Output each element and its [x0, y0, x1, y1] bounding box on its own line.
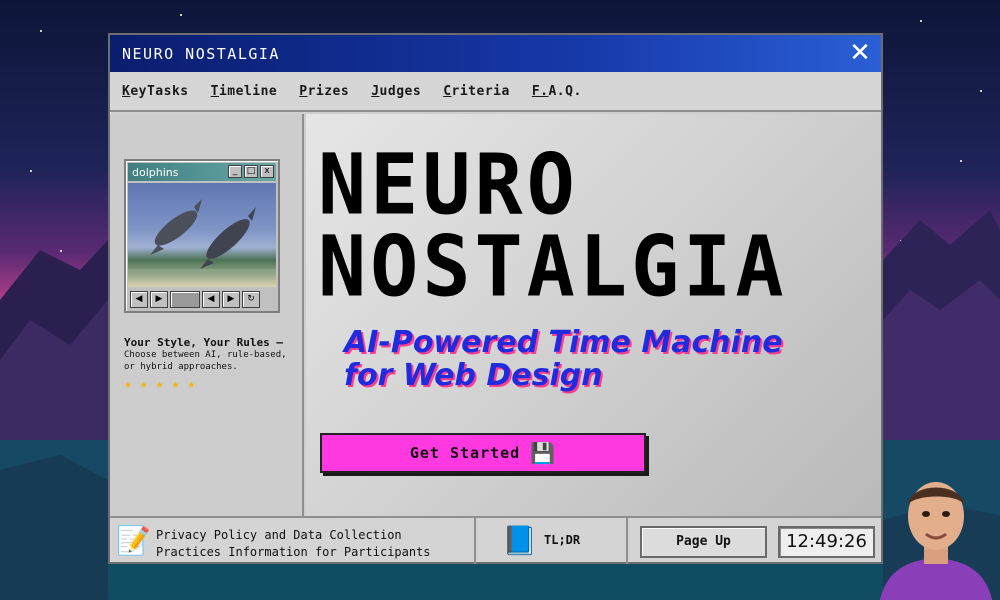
main-window: NEURO NOSTALGIA ✕ KeyTasks Timeline Priz… [108, 33, 883, 564]
hero-subtitle: AI-Powered Time Machine for Web Design [344, 326, 783, 392]
status-bar: 📝 Privacy Policy and Data Collection Pra… [110, 516, 881, 564]
hero-panel: NEURO NOSTALGIA AI-Powered Time Machine … [306, 114, 881, 516]
privacy-line1: Privacy Policy and Data Collection [156, 528, 402, 542]
tldr-section[interactable]: 📘 TL;DR [476, 518, 628, 564]
player-close-button[interactable]: x [260, 165, 274, 178]
hero-title-line2: NOSTALGIA [318, 217, 788, 316]
sidebar-blurb: Your Style, Your Rules – Choose between … [124, 336, 294, 373]
hero-subtitle-line2: for Web Design [344, 358, 603, 393]
hero-subtitle-line1: AI-Powered Time Machine [344, 325, 783, 360]
media-player-window: dolphins _ □ x ◀ ▶ ◀ ▶ ↻ [124, 159, 280, 313]
menu-judges[interactable]: Judges [371, 84, 421, 99]
hero-title-line1: NEURO [318, 135, 579, 234]
volume-icon[interactable]: ◀ [130, 290, 148, 308]
play-icon[interactable]: ▶ [150, 290, 168, 308]
person-cutout [880, 482, 992, 600]
rewind-icon[interactable]: ◀ [202, 290, 220, 308]
get-started-label: Get Started [409, 444, 521, 462]
star-icon: ★ [187, 377, 196, 392]
privacy-link[interactable]: Privacy Policy and Data Collection Pract… [156, 527, 431, 561]
dolphin-video [128, 183, 276, 287]
star-rating: ★ ★ ★ ★ ★ [124, 377, 195, 392]
star-icon: ★ [171, 377, 180, 392]
player-minimize-button[interactable]: _ [228, 165, 242, 178]
notepad-icon: 📝 [116, 524, 151, 557]
help-book-icon: 📘 [502, 524, 537, 557]
seek-slider[interactable] [170, 290, 200, 308]
star-icon: ★ [124, 377, 132, 392]
player-maximize-button[interactable]: □ [244, 165, 258, 178]
player-controls: ◀ ▶ ◀ ▶ ↻ [128, 289, 276, 309]
menu-keytasks[interactable]: KeyTasks [122, 84, 189, 99]
title-bar[interactable]: NEURO NOSTALGIA ✕ [110, 35, 881, 72]
privacy-line2: Practices Information for Participants [156, 545, 431, 559]
menu-timeline[interactable]: Timeline [211, 84, 278, 99]
hero-title: NEURO NOSTALGIA [318, 135, 788, 316]
page-up-button[interactable]: Page Up [640, 526, 767, 558]
menu-prizes[interactable]: Prizes [299, 84, 349, 99]
get-started-button[interactable]: Get Started 💾 [320, 433, 646, 473]
blurb-body: Choose between AI, rule-based, or hybrid… [124, 350, 287, 372]
clock-display: 12:49:26 [778, 526, 875, 558]
blurb-heading: Your Style, Your Rules – [124, 336, 283, 349]
sidebar: dolphins _ □ x ◀ ▶ ◀ ▶ ↻ Your Style, You… [110, 114, 304, 516]
player-title-bar[interactable]: dolphins _ □ x [128, 163, 276, 181]
menu-criteria[interactable]: Criteria [443, 84, 510, 99]
loop-icon[interactable]: ↻ [242, 290, 260, 308]
star-icon: ★ [139, 377, 148, 392]
privacy-section[interactable]: 📝 Privacy Policy and Data Collection Pra… [110, 518, 476, 564]
menu-bar: KeyTasks Timeline Prizes Judges Criteria… [110, 72, 881, 112]
close-icon[interactable]: ✕ [845, 39, 875, 68]
dolphins-image [128, 199, 276, 273]
star-icon: ★ [155, 377, 164, 392]
person-photo [872, 472, 1000, 600]
floppy-disk-icon: 💾 [530, 441, 557, 465]
tldr-label: TL;DR [544, 533, 581, 547]
menu-faq[interactable]: F.A.Q. [532, 84, 582, 99]
window-title: NEURO NOSTALGIA [122, 44, 280, 63]
player-title: dolphins [132, 165, 179, 179]
fast-forward-icon[interactable]: ▶ [222, 290, 240, 308]
